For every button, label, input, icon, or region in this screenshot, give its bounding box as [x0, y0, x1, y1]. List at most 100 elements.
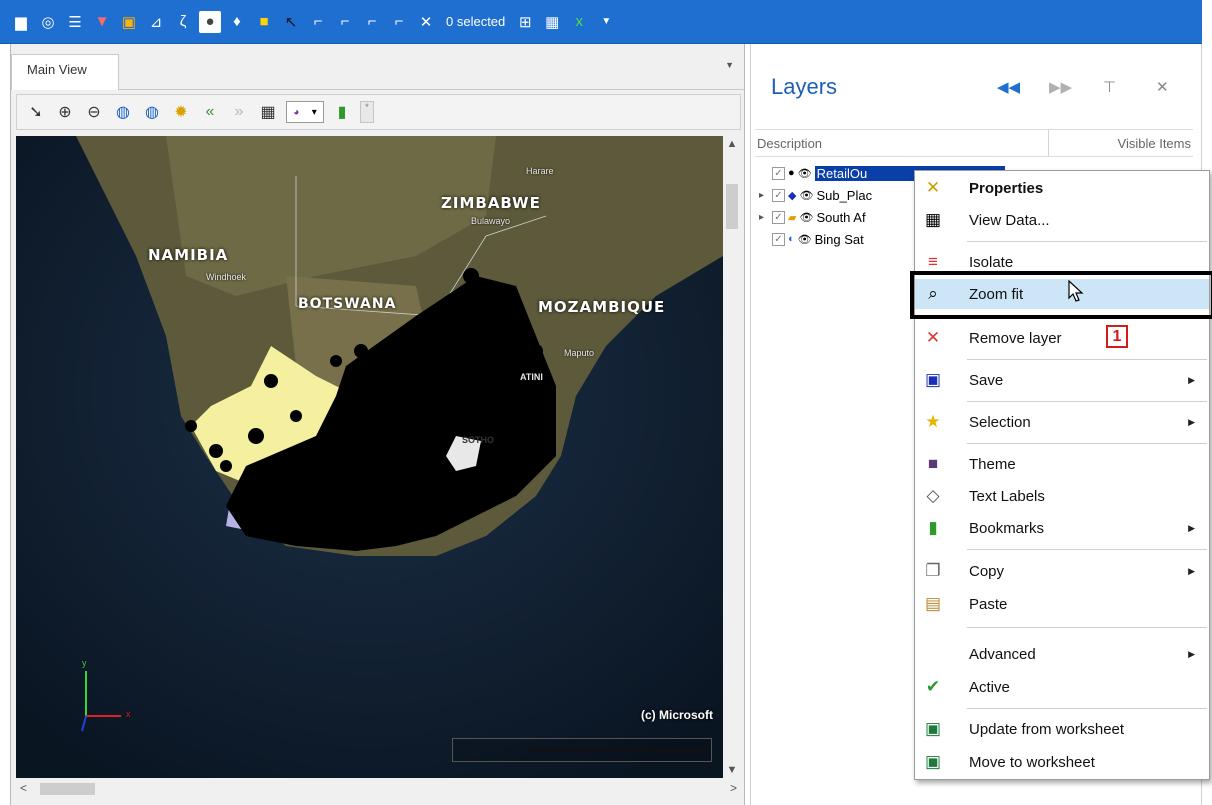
clear-selection-icon[interactable]: ✕: [415, 11, 437, 33]
layer-name[interactable]: Sub_Plac: [816, 188, 872, 203]
settings-gear-icon[interactable]: ✹: [170, 101, 192, 123]
pointer-select-icon[interactable]: ↖: [280, 11, 302, 33]
layer-visibility-checkbox[interactable]: ✓: [772, 210, 785, 224]
menu-label: Update from worksheet: [969, 720, 1125, 738]
area-icon[interactable]: ■: [253, 11, 275, 33]
menu-item-remove-layer[interactable]: ✕ Remove layer: [915, 323, 1209, 353]
submenu-arrow-icon: ▶: [1188, 374, 1195, 385]
menu-label: Advanced: [969, 645, 1036, 663]
tab-dropdown-icon[interactable]: ▼: [725, 60, 734, 70]
eye-icon[interactable]: 👁: [798, 167, 812, 180]
tab-main-view[interactable]: Main View: [11, 54, 119, 90]
main-toolbar: ▆ ◎ ☰ ▼ ▣ ⊿ ζ ● ♦ ■ ↖ ⌐ ⌐ ⌐ ⌐ ✕ 0 select…: [0, 0, 1202, 44]
eye-icon[interactable]: 👁: [798, 233, 812, 246]
basemap-icon: ◐: [788, 233, 795, 245]
scroll-down-icon[interactable]: ▼: [723, 764, 741, 776]
layer-name[interactable]: Bing Sat: [815, 232, 864, 247]
globe-zoom-icon[interactable]: ◍: [112, 101, 134, 123]
menu-item-properties[interactable]: ✕ Properties: [915, 173, 1209, 203]
menu-item-view-data[interactable]: ▦ View Data...: [915, 205, 1209, 235]
excel-icon[interactable]: x: [568, 11, 590, 33]
menu-label: Remove layer: [969, 329, 1062, 347]
excel-import-icon: ▣: [924, 719, 942, 738]
curve-icon[interactable]: ζ: [172, 11, 194, 33]
menu-item-bookmarks[interactable]: ▮ Bookmarks ▶: [915, 513, 1209, 543]
table-icon[interactable]: ▦: [541, 11, 563, 33]
palette-icon[interactable]: ◎: [37, 11, 59, 33]
map-style-dropdown[interactable]: ◕ ▾: [286, 101, 324, 123]
submenu-arrow-icon: ▶: [1188, 565, 1195, 576]
menu-item-selection[interactable]: ★ Selection ▶: [915, 407, 1209, 437]
layers-icon[interactable]: ☰: [64, 11, 86, 33]
radius-select-icon[interactable]: ⌐: [388, 11, 410, 33]
excel-export-icon: ▣: [924, 752, 942, 771]
zoom-out-icon[interactable]: ⊖: [83, 101, 105, 123]
bookmark-icon[interactable]: ▮: [331, 101, 353, 123]
label-botswana: BOTSWANA: [298, 296, 397, 312]
axis-x-label: x: [126, 709, 131, 719]
globe-icon[interactable]: ●: [199, 10, 221, 33]
layer-visibility-checkbox[interactable]: ✓: [772, 166, 785, 180]
menu-item-move-to-worksheet[interactable]: ▣ Move to worksheet: [915, 747, 1209, 777]
close-icon[interactable]: ✕: [1156, 78, 1169, 96]
expand-panel-icon[interactable]: ▶▶: [1049, 78, 1072, 96]
scroll-up-icon[interactable]: ▲: [723, 138, 741, 150]
menu-item-copy[interactable]: ❐ Copy ▶: [915, 556, 1209, 586]
menu-item-theme[interactable]: ■ Theme: [915, 449, 1209, 479]
point-layer-icon: ●: [788, 167, 795, 179]
scroll-thumb[interactable]: [726, 184, 738, 229]
expand-icon[interactable]: ▸: [759, 212, 769, 223]
label-mozambique: MOZAMBIQUE: [538, 298, 666, 316]
theme-icon: ■: [927, 454, 939, 473]
label-eswatini: ATINI: [520, 372, 543, 382]
forward-icon[interactable]: »: [228, 101, 250, 123]
scroll-left-icon[interactable]: <: [20, 781, 27, 795]
map-vertical-scrollbar[interactable]: ▲ ▼: [723, 136, 741, 778]
folder-icon[interactable]: ▆: [10, 11, 32, 33]
scroll-right-icon[interactable]: >: [730, 781, 737, 795]
globe-full-icon[interactable]: ◍: [141, 101, 163, 123]
layer-visibility-checkbox[interactable]: ✓: [772, 188, 785, 202]
menu-item-update-from-worksheet[interactable]: ▣ Update from worksheet: [915, 714, 1209, 744]
map-horizontal-scrollbar[interactable]: < >: [16, 778, 741, 800]
layer-visibility-checkbox[interactable]: ✓: [772, 232, 785, 246]
grid-icon[interactable]: ▦: [257, 101, 279, 123]
eye-icon[interactable]: 👁: [799, 211, 813, 224]
menu-label: Isolate: [969, 253, 1014, 271]
menu-item-text-labels[interactable]: ◇ Text Labels: [915, 481, 1209, 511]
remove-icon: ✕: [925, 328, 941, 347]
frame-icon[interactable]: ▣: [118, 11, 140, 33]
map-pin-icon[interactable]: ▼: [91, 11, 113, 33]
dropdown-icon[interactable]: ▼: [595, 11, 617, 33]
pin-icon[interactable]: ⊤: [1103, 78, 1116, 96]
menu-item-advanced[interactable]: Advanced ▶: [915, 639, 1209, 669]
column-description[interactable]: Description: [757, 136, 822, 151]
eye-icon[interactable]: 👁: [799, 189, 813, 202]
back-icon[interactable]: «: [199, 101, 221, 123]
menu-item-paste[interactable]: ▤ Paste: [915, 589, 1209, 619]
map-canvas[interactable]: ZIMBABWE Harare Bulawayo NAMIBIA Windhoe…: [16, 136, 723, 778]
lasso-select-icon[interactable]: ⌐: [334, 11, 356, 33]
freehand-select-icon[interactable]: ⌐: [361, 11, 383, 33]
measure-icon[interactable]: ⊿: [145, 11, 167, 33]
menu-label: Paste: [969, 595, 1008, 613]
menu-item-save[interactable]: ▣ Save ▶: [915, 365, 1209, 395]
zoom-in-icon[interactable]: ⊕: [54, 101, 76, 123]
menu-item-active[interactable]: ✔ Active: [915, 672, 1209, 702]
overflow-button[interactable]: *: [360, 101, 374, 123]
layer-name[interactable]: South Af: [816, 210, 865, 225]
label-maputo: Maputo: [564, 348, 595, 358]
collapse-panel-icon[interactable]: ◀◀: [997, 78, 1020, 96]
menu-label: Properties: [969, 179, 1044, 197]
label-harare: Harare: [526, 166, 554, 176]
mouse-cursor-icon: [1068, 280, 1084, 302]
arrow-pointer-icon[interactable]: ➘: [25, 101, 47, 123]
expand-icon[interactable]: ▸: [759, 190, 769, 201]
submenu-arrow-icon: ▶: [1188, 522, 1195, 533]
column-visible-items[interactable]: Visible Items: [1118, 136, 1191, 151]
zoom-selection-icon[interactable]: ⊞: [514, 11, 536, 33]
chevron-down-icon: ▾: [311, 106, 317, 118]
location-pin-icon[interactable]: ♦: [226, 11, 248, 33]
scroll-thumb-horizontal[interactable]: [40, 783, 95, 795]
polygon-select-icon[interactable]: ⌐: [307, 11, 329, 33]
